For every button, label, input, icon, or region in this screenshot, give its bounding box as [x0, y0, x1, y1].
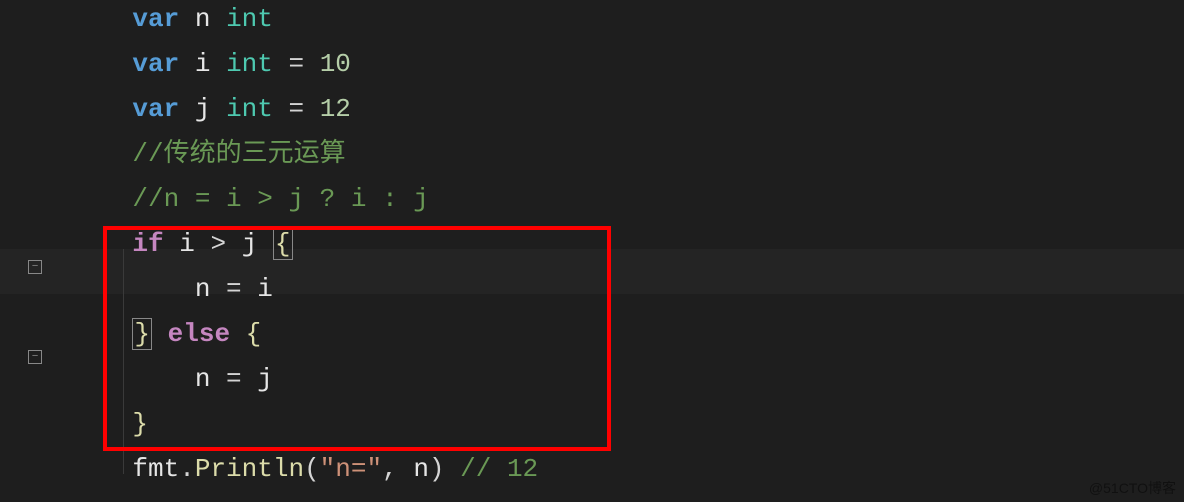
code-line[interactable]: var i int = 10: [70, 42, 538, 87]
operator: >: [210, 229, 226, 259]
identifier: i: [179, 229, 195, 259]
keyword-var: var: [132, 49, 179, 79]
operator: =: [288, 94, 304, 124]
code-line[interactable]: n = j: [70, 357, 538, 402]
code-line[interactable]: }: [70, 402, 538, 447]
dot: .: [179, 454, 195, 484]
paren: (: [304, 454, 320, 484]
identifier: n: [195, 364, 211, 394]
identifier: j: [242, 229, 258, 259]
code-line[interactable]: var n int: [70, 0, 538, 42]
keyword-var: var: [132, 4, 179, 34]
fold-toggle-icon[interactable]: −: [28, 260, 42, 274]
code-editor[interactable]: − − var n int var i int = 10 var j int =…: [0, 0, 1184, 502]
fold-toggle-icon[interactable]: −: [28, 350, 42, 364]
code-line[interactable]: var j int = 12: [70, 87, 538, 132]
keyword-var: var: [132, 94, 179, 124]
operator: =: [288, 49, 304, 79]
identifier: n: [413, 454, 429, 484]
identifier: j: [195, 94, 211, 124]
number-literal: 10: [320, 49, 351, 79]
identifier: n: [195, 274, 211, 304]
code-line[interactable]: //n = i > j ? i : j: [70, 177, 538, 222]
type: int: [226, 4, 273, 34]
code-line[interactable]: //传统的三元运算: [70, 132, 538, 177]
code-line[interactable]: fmt.Println("n=", n) // 12: [70, 447, 538, 492]
comma: ,: [382, 454, 398, 484]
code-area[interactable]: var n int var i int = 10 var j int = 12 …: [70, 0, 538, 492]
paren: ): [429, 454, 445, 484]
comment: // 12: [460, 454, 538, 484]
comment: //n = i > j ? i : j: [132, 184, 428, 214]
keyword-if: if: [132, 229, 163, 259]
operator: =: [226, 274, 242, 304]
watermark: @51CTO博客: [1089, 478, 1176, 498]
operator: =: [226, 364, 242, 394]
brace: {: [246, 319, 262, 349]
identifier: i: [195, 49, 211, 79]
identifier: n: [195, 4, 211, 34]
code-line[interactable]: n = i: [70, 267, 538, 312]
string-literal: "n=": [320, 454, 382, 484]
identifier: j: [257, 364, 273, 394]
brace: }: [132, 409, 148, 439]
code-line[interactable]: } else {: [70, 312, 538, 357]
brace: {: [273, 228, 293, 260]
comment: //传统的三元运算: [132, 139, 345, 169]
identifier: i: [257, 274, 273, 304]
type: int: [226, 49, 273, 79]
func-name: Println: [195, 454, 304, 484]
keyword-else: else: [168, 319, 230, 349]
type: int: [226, 94, 273, 124]
brace: }: [132, 318, 152, 350]
gutter: − −: [0, 0, 55, 502]
package-name: fmt: [132, 454, 179, 484]
code-line[interactable]: if i > j {: [70, 222, 538, 267]
number-literal: 12: [320, 94, 351, 124]
